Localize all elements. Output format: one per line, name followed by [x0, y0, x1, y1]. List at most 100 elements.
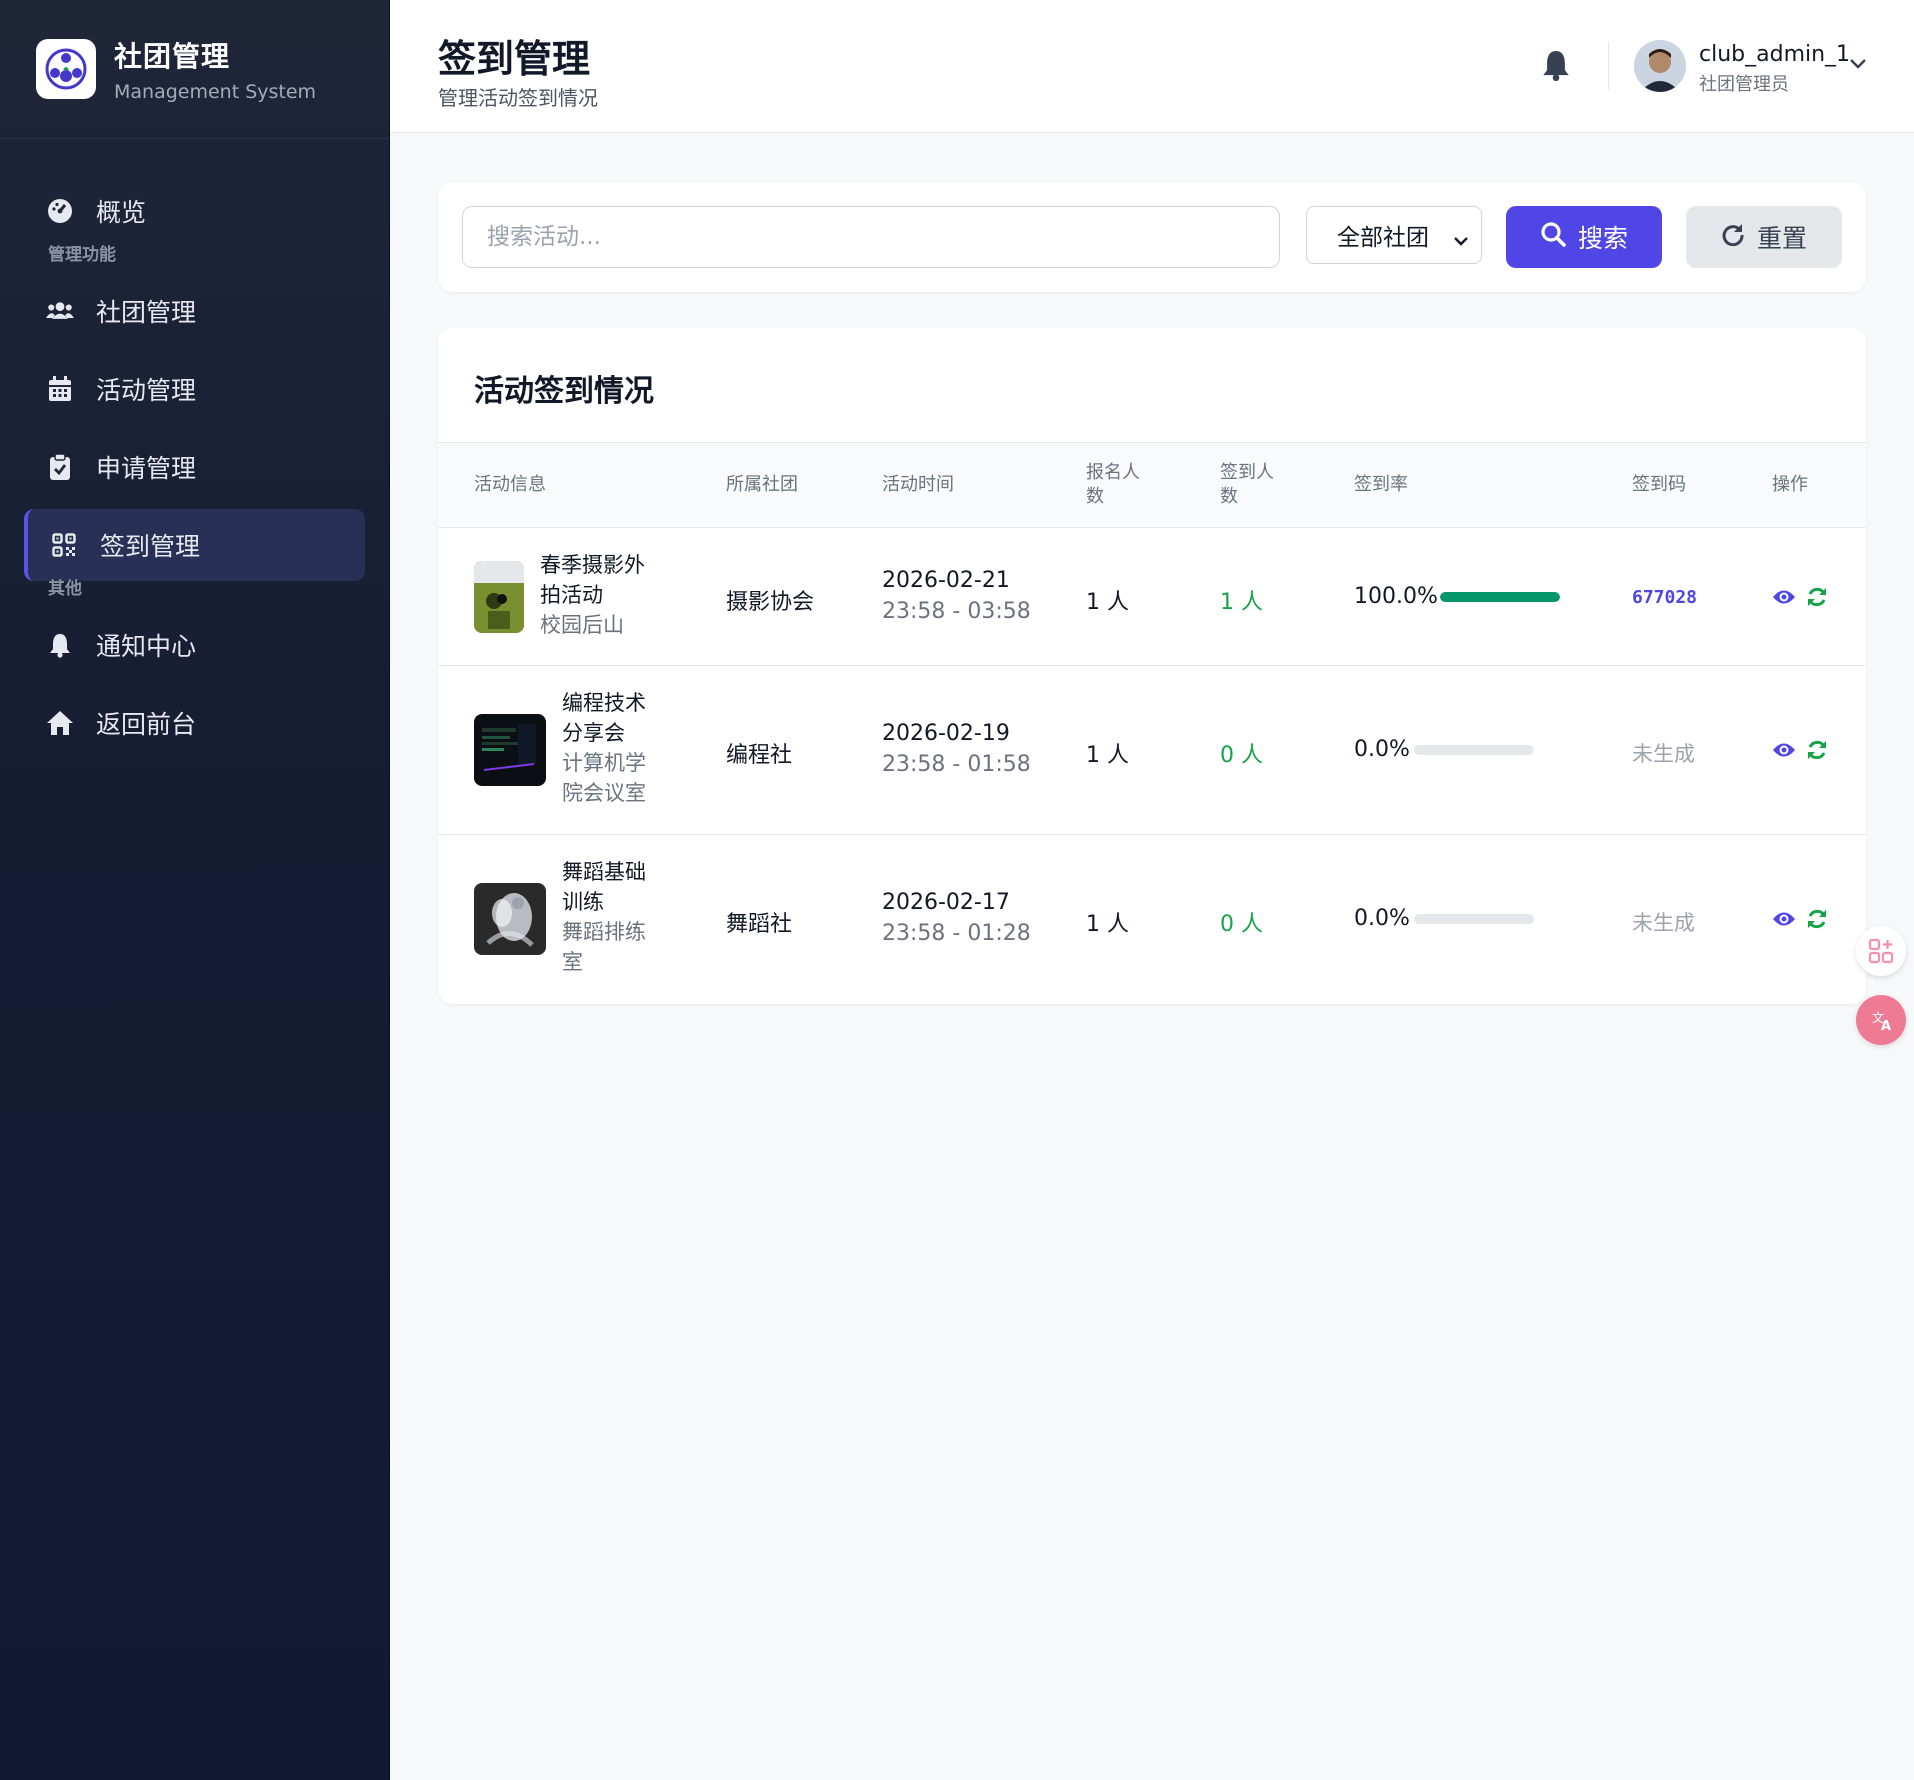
sidebar-item-activities[interactable]: 活动管理: [24, 353, 365, 425]
clipboard-check-icon: [46, 453, 74, 481]
rate-text: 100.0%: [1354, 584, 1438, 609]
users-icon: [46, 297, 74, 325]
checkin-code: 未生成: [1632, 911, 1695, 935]
col-code: 签到码: [1632, 474, 1686, 495]
col-rate: 签到率: [1354, 474, 1408, 495]
table-header: 活动信息 所属社团 活动时间 报名人 数 签到人 数 签到率 签到码 操作: [438, 442, 1866, 528]
dashboard-icon: [46, 197, 74, 225]
sidebar-item-home[interactable]: 返回前台: [24, 687, 365, 759]
activity-name-line: 编程技术: [562, 691, 646, 715]
sidebar-item-label: 概览: [96, 198, 147, 227]
home-icon: [46, 709, 74, 737]
sidebar-item-label: 活动管理: [96, 376, 197, 405]
activity-thumbnail: [474, 561, 524, 633]
activity-location-line: 舞蹈排练: [562, 920, 646, 944]
rate-progress-bar: [1440, 592, 1560, 602]
reset-button[interactable]: 重置: [1686, 206, 1842, 268]
activity-location: 舞蹈排练 室: [562, 917, 646, 977]
redo-icon: [1721, 222, 1745, 252]
col-checked-line2: 数: [1220, 486, 1238, 507]
user-name[interactable]: club_admin_1: [1699, 42, 1850, 67]
activity-thumbnail: [474, 714, 546, 786]
row-actions: [1772, 586, 1828, 612]
search-input[interactable]: [462, 206, 1280, 268]
checked-in-count: 0 人: [1220, 743, 1263, 768]
sidebar-item-clubs[interactable]: 社团管理: [24, 275, 365, 347]
notification-bell-icon[interactable]: [1542, 48, 1570, 86]
sidebar-item-checkin[interactable]: 签到管理: [24, 509, 365, 581]
rate-text: 0.0%: [1354, 737, 1410, 762]
svg-text:A: A: [1881, 1019, 1891, 1034]
club-name: 舞蹈社: [726, 912, 793, 937]
eye-icon[interactable]: [1772, 586, 1796, 612]
brand-subtitle: Management System: [114, 81, 317, 103]
sidebar-item-overview[interactable]: 概览: [24, 175, 365, 247]
eye-icon[interactable]: [1772, 908, 1796, 934]
row-actions: [1772, 908, 1828, 934]
brand-title: 社团管理: [114, 40, 231, 73]
search-icon: [1540, 221, 1566, 253]
chevron-down-icon[interactable]: [1848, 56, 1868, 75]
refresh-icon[interactable]: [1806, 908, 1828, 934]
refresh-icon[interactable]: [1806, 586, 1828, 612]
page-title: 签到管理: [438, 37, 591, 81]
sidebar-item-label: 通知中心: [96, 632, 197, 661]
activity-name-line: 舞蹈基础: [562, 860, 646, 884]
activity-location-line: 室: [562, 950, 583, 974]
sidebar-item-label: 社团管理: [96, 298, 197, 327]
search-button[interactable]: 搜索: [1506, 206, 1662, 268]
nav-section-manage: 管理功能: [48, 245, 116, 265]
bell-icon: [46, 631, 74, 659]
refresh-icon[interactable]: [1806, 739, 1828, 765]
table-row: 编程技术 分享会 计算机学 院会议室 编程社 2026-02-19 23:58 …: [438, 666, 1866, 835]
col-time: 活动时间: [882, 474, 954, 495]
logo: [36, 39, 96, 99]
registered-count: 1 人: [1086, 590, 1129, 615]
sidebar-item-label: 签到管理: [100, 532, 201, 561]
rate-progress-bar: [1414, 745, 1534, 755]
col-activity-info: 活动信息: [474, 474, 546, 495]
eye-icon[interactable]: [1772, 739, 1796, 765]
sidebar-item-applications[interactable]: 申请管理: [24, 431, 365, 503]
activity-name: 春季摄影外 拍活动: [540, 550, 645, 610]
rate-text: 0.0%: [1354, 906, 1410, 931]
avatar[interactable]: [1634, 40, 1686, 92]
activity-name-line: 春季摄影外: [540, 553, 645, 577]
col-registered-line2: 数: [1086, 486, 1104, 507]
checkin-code: 677028: [1632, 587, 1698, 608]
sidebar-item-label: 申请管理: [96, 454, 197, 483]
col-checked-in: 签到人 数: [1220, 461, 1274, 509]
page-subtitle: 管理活动签到情况: [438, 86, 598, 110]
activity-date: 2026-02-21: [882, 568, 1010, 593]
club-filter-select[interactable]: 全部社团: [1306, 206, 1482, 264]
sidebar: 社团管理 Management System 概览 管理功能 社团管理 活动管理: [0, 0, 390, 1780]
club-name: 编程社: [726, 743, 793, 768]
activity-location: 校园后山: [540, 613, 624, 637]
header-divider: [1608, 42, 1609, 90]
search-card: 全部社团 搜索 重置: [438, 182, 1866, 292]
reset-button-label: 重置: [1756, 224, 1807, 253]
table-row: 舞蹈基础 训练 舞蹈排练 室 舞蹈社 2026-02-17 23:58 - 01…: [438, 835, 1866, 1004]
search-button-label: 搜索: [1577, 224, 1628, 253]
rate-progress-fill: [1440, 592, 1560, 602]
col-ops: 操作: [1772, 474, 1808, 495]
club-name: 摄影协会: [726, 590, 815, 615]
checked-in-count: 1 人: [1220, 590, 1263, 615]
apps-add-icon[interactable]: [1856, 926, 1906, 976]
activity-time: 2026-02-17 23:58 - 01:28: [882, 890, 1031, 946]
sidebar-item-notifications[interactable]: 通知中心: [24, 609, 365, 681]
activity-time-range: 23:58 - 01:58: [882, 752, 1031, 777]
checkin-code: 未生成: [1632, 742, 1695, 766]
club-logo-icon: [45, 48, 87, 90]
user-role: 社团管理员: [1699, 74, 1789, 95]
translate-icon[interactable]: 文A: [1856, 995, 1906, 1045]
activity-name: 编程技术 分享会: [562, 688, 646, 748]
nav-section-other: 其他: [48, 579, 82, 599]
sidebar-nav: 概览 管理功能 社团管理 活动管理 申请管理 签到管理 其他 通知中心 返回前台: [0, 139, 389, 759]
activity-location: 计算机学 院会议室: [562, 748, 646, 808]
activity-name-line: 拍活动: [540, 583, 603, 607]
qrcode-icon: [50, 531, 78, 559]
col-registered: 报名人 数: [1086, 461, 1140, 509]
activity-name-line: 分享会: [562, 721, 625, 745]
row-actions: [1772, 739, 1828, 765]
